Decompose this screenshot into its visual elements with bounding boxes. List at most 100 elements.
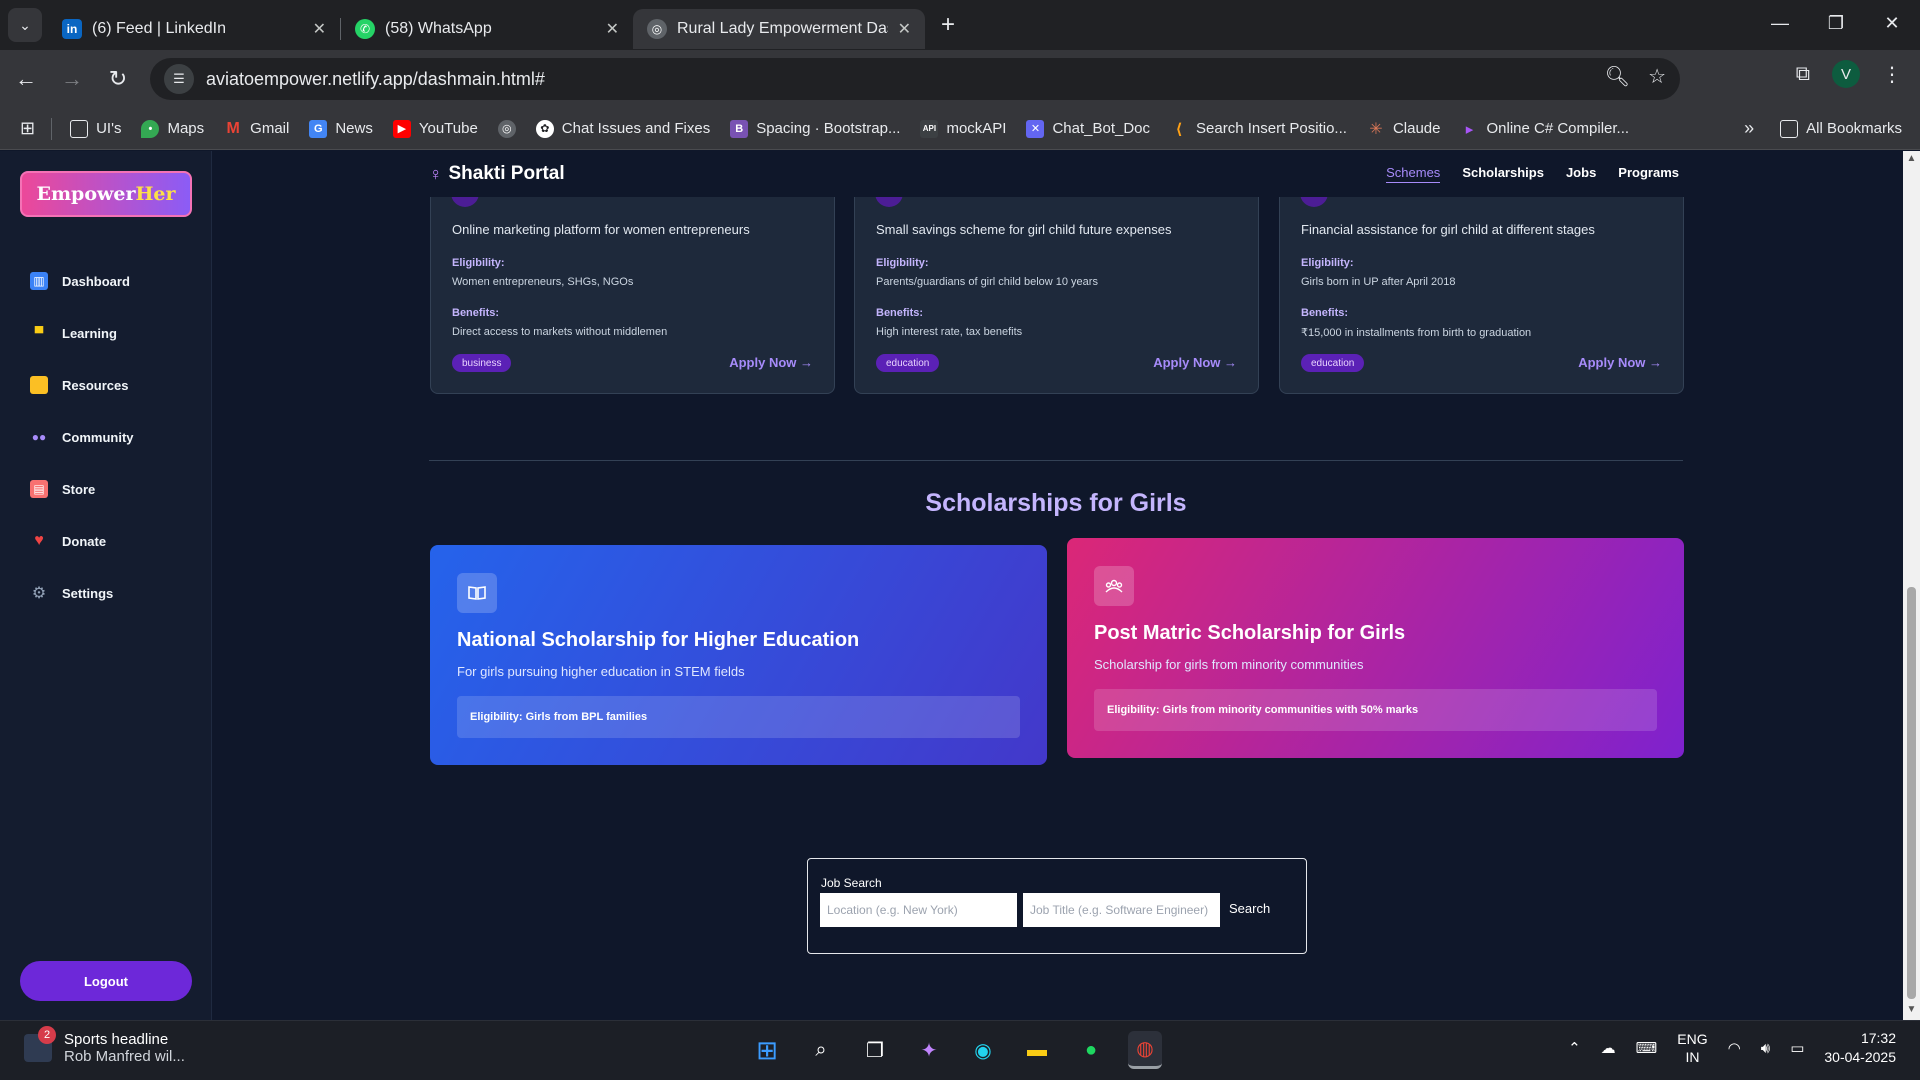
battery-icon[interactable]: ▭ (1790, 1039, 1804, 1057)
url-text: aviatoempower.netlify.app/dashmain.html# (206, 68, 545, 89)
apply-now-link[interactable]: Apply Now → (1153, 355, 1237, 370)
tab-title: (58) WhatsApp (385, 20, 492, 37)
scholarship-eligibility: Eligibility: Girls from BPL families (457, 696, 1020, 738)
bookmark-globe[interactable]: ◎ (497, 119, 516, 138)
empowerher-logo[interactable]: Empower Her (20, 171, 192, 217)
close-icon[interactable]: ✕ (898, 19, 911, 39)
chrome-icon[interactable]: ◍ (1128, 1031, 1162, 1069)
file-explorer-icon[interactable]: ▬ (1020, 1031, 1054, 1069)
sidebar-item-store[interactable]: ▤ Store (0, 463, 212, 515)
reload-button[interactable]: ↻ (98, 59, 138, 99)
extensions-icon[interactable]: ⧉ (1796, 63, 1810, 86)
sidebar-item-dashboard[interactable]: ▥ Dashboard (0, 255, 212, 307)
apply-now-link[interactable]: Apply Now → (729, 355, 813, 370)
tab-dashboard[interactable]: ◎ Rural Lady Empowerment Dashboard ✕ (633, 9, 925, 49)
restore-icon[interactable]: ❐ (1808, 0, 1864, 46)
search-icon[interactable]: ⌕ (804, 1031, 838, 1069)
page-scrollbar[interactable]: ▲ ▼ (1903, 151, 1920, 1020)
sidebar-item-resources[interactable]: Resources (0, 359, 212, 411)
bookmark-chat-bot-doc[interactable]: ✕ Chat_Bot_Doc (1026, 119, 1151, 138)
clock[interactable]: 17:32 30-04-2025 (1824, 1029, 1896, 1067)
news-widget[interactable]: 2 Sports headline Rob Manfred wil... (24, 1026, 185, 1065)
bookmark-news[interactable]: G News (309, 119, 373, 138)
news-text: Sports headline Rob Manfred wil... (64, 1031, 185, 1065)
sidebar-item-learning[interactable]: ▀ Learning (0, 307, 212, 359)
volume-icon[interactable]: 🔊︎ (1761, 1040, 1770, 1057)
portal-title-text: Shakti Portal (448, 163, 565, 184)
bootstrap-icon: B (730, 119, 749, 138)
scroll-up-icon[interactable]: ▲ (1903, 153, 1920, 167)
notification-badge: 2 (38, 1026, 56, 1044)
scholarship-eligibility: Eligibility: Girls from minority communi… (1094, 689, 1657, 731)
scholarships-heading: Scholarships for Girls (925, 489, 1187, 517)
nav-link-scholarships[interactable]: Scholarships (1462, 165, 1544, 183)
bookmarks-right: » All Bookmarks (1744, 118, 1902, 139)
bookmark-claude[interactable]: ✳ Claude (1367, 120, 1440, 138)
bookmark-maps[interactable]: • Maps (141, 119, 204, 138)
search-button[interactable]: Search (1229, 901, 1270, 916)
youtube-icon: ▶ (392, 119, 411, 138)
wifi-icon[interactable]: ◠ (1728, 1039, 1741, 1057)
benefits-value: ₹15,000 in installments from birth to gr… (1301, 327, 1532, 339)
zoom-icon[interactable]: 🔍︎ (1605, 64, 1630, 89)
nav-link-programs[interactable]: Programs (1618, 165, 1679, 183)
scroll-down-icon[interactable]: ▼ (1903, 1004, 1920, 1018)
bookmark-bootstrap[interactable]: B Spacing · Bootstrap... (730, 119, 900, 138)
scholarship-card[interactable]: Post Matric Scholarship for Girls Schola… (1067, 538, 1684, 758)
portal-title[interactable]: ♀ Shakti Portal (429, 163, 565, 185)
tab-search-button[interactable]: ⌄ (8, 8, 42, 42)
bookmark-label: Chat_Bot_Doc (1052, 120, 1151, 137)
scholarship-card[interactable]: National Scholarship for Higher Educatio… (430, 545, 1047, 765)
new-tab-button[interactable]: + (941, 11, 955, 39)
spotify-icon[interactable]: ● (1074, 1031, 1108, 1069)
edge-icon[interactable]: ◉ (966, 1031, 1000, 1069)
forward-button[interactable]: → (52, 59, 92, 99)
keyboard-icon[interactable]: ⌨ (1636, 1039, 1658, 1057)
onedrive-icon[interactable]: ☁ (1601, 1039, 1616, 1057)
eligibility-value: Parents/guardians of girl child below 10… (876, 276, 1098, 288)
bookmark-youtube[interactable]: ▶ YouTube (392, 119, 478, 138)
bookmark-star-icon[interactable]: ☆ (1648, 64, 1666, 89)
main-content: Online marketing platform for women entr… (213, 151, 1903, 1020)
sidebar-item-community[interactable]: ●● Community (0, 411, 212, 463)
close-icon[interactable]: ✕ (606, 19, 619, 39)
bookmark-uis[interactable]: UI's (70, 119, 121, 138)
bookmark-mockapi[interactable]: API mockAPI (920, 119, 1006, 138)
all-bookmarks-button[interactable]: All Bookmarks (1780, 119, 1902, 138)
more-bookmarks-icon[interactable]: » (1744, 118, 1754, 139)
windows-taskbar: 2 Sports headline Rob Manfred wil... ⊞ ⌕… (0, 1020, 1920, 1080)
site-info-icon[interactable]: ☰ (164, 64, 194, 94)
windows-start-icon[interactable]: ⊞ (750, 1031, 784, 1069)
logout-button[interactable]: Logout (20, 961, 192, 1001)
language-indicator[interactable]: ENG IN (1677, 1030, 1707, 1066)
bookmark-csharp-compiler[interactable]: ▸ Online C# Compiler... (1460, 120, 1629, 138)
gear-icon: ⚙ (31, 585, 47, 602)
close-icon[interactable]: ✕ (313, 19, 326, 39)
nav-link-jobs[interactable]: Jobs (1566, 165, 1596, 183)
bookmark-search-insert[interactable]: ⟨ Search Insert Positio... (1170, 120, 1347, 138)
scrollbar-thumb[interactable] (1907, 587, 1916, 999)
folder-icon (30, 376, 48, 394)
bookmark-gmail[interactable]: M Gmail (224, 120, 289, 138)
nav-link-schemes[interactable]: Schemes (1386, 165, 1441, 183)
close-window-icon[interactable]: ✕ (1864, 0, 1920, 46)
bookmark-chat-issues[interactable]: ✿ Chat Issues and Fixes (535, 119, 710, 138)
profile-avatar[interactable]: V (1832, 60, 1860, 88)
minimize-icon[interactable]: — (1752, 0, 1808, 46)
sidebar-item-donate[interactable]: ♥ Donate (0, 515, 212, 567)
location-input[interactable] (820, 893, 1017, 927)
apply-now-link[interactable]: Apply Now → (1578, 355, 1662, 370)
more-menu-icon[interactable]: ⋮ (1882, 62, 1902, 87)
address-bar[interactable]: ☰ aviatoempower.netlify.app/dashmain.htm… (150, 58, 1680, 100)
task-view-icon[interactable]: ❐ (858, 1031, 892, 1069)
window-controls: — ❐ ✕ (1752, 0, 1920, 46)
copilot-icon[interactable]: ✦ (912, 1031, 946, 1069)
chevron-up-icon[interactable]: ⌃ (1568, 1039, 1581, 1057)
tab-linkedin[interactable]: in (6) Feed | LinkedIn ✕ (48, 9, 340, 49)
woman-icon: ♀ (429, 163, 443, 184)
sidebar-item-settings[interactable]: ⚙ Settings (0, 567, 212, 619)
tab-whatsapp[interactable]: ✆ (58) WhatsApp ✕ (341, 9, 633, 49)
job-title-input[interactable] (1023, 893, 1220, 927)
apps-icon[interactable]: ⊞ (20, 118, 35, 139)
back-button[interactable]: ← (6, 59, 46, 99)
